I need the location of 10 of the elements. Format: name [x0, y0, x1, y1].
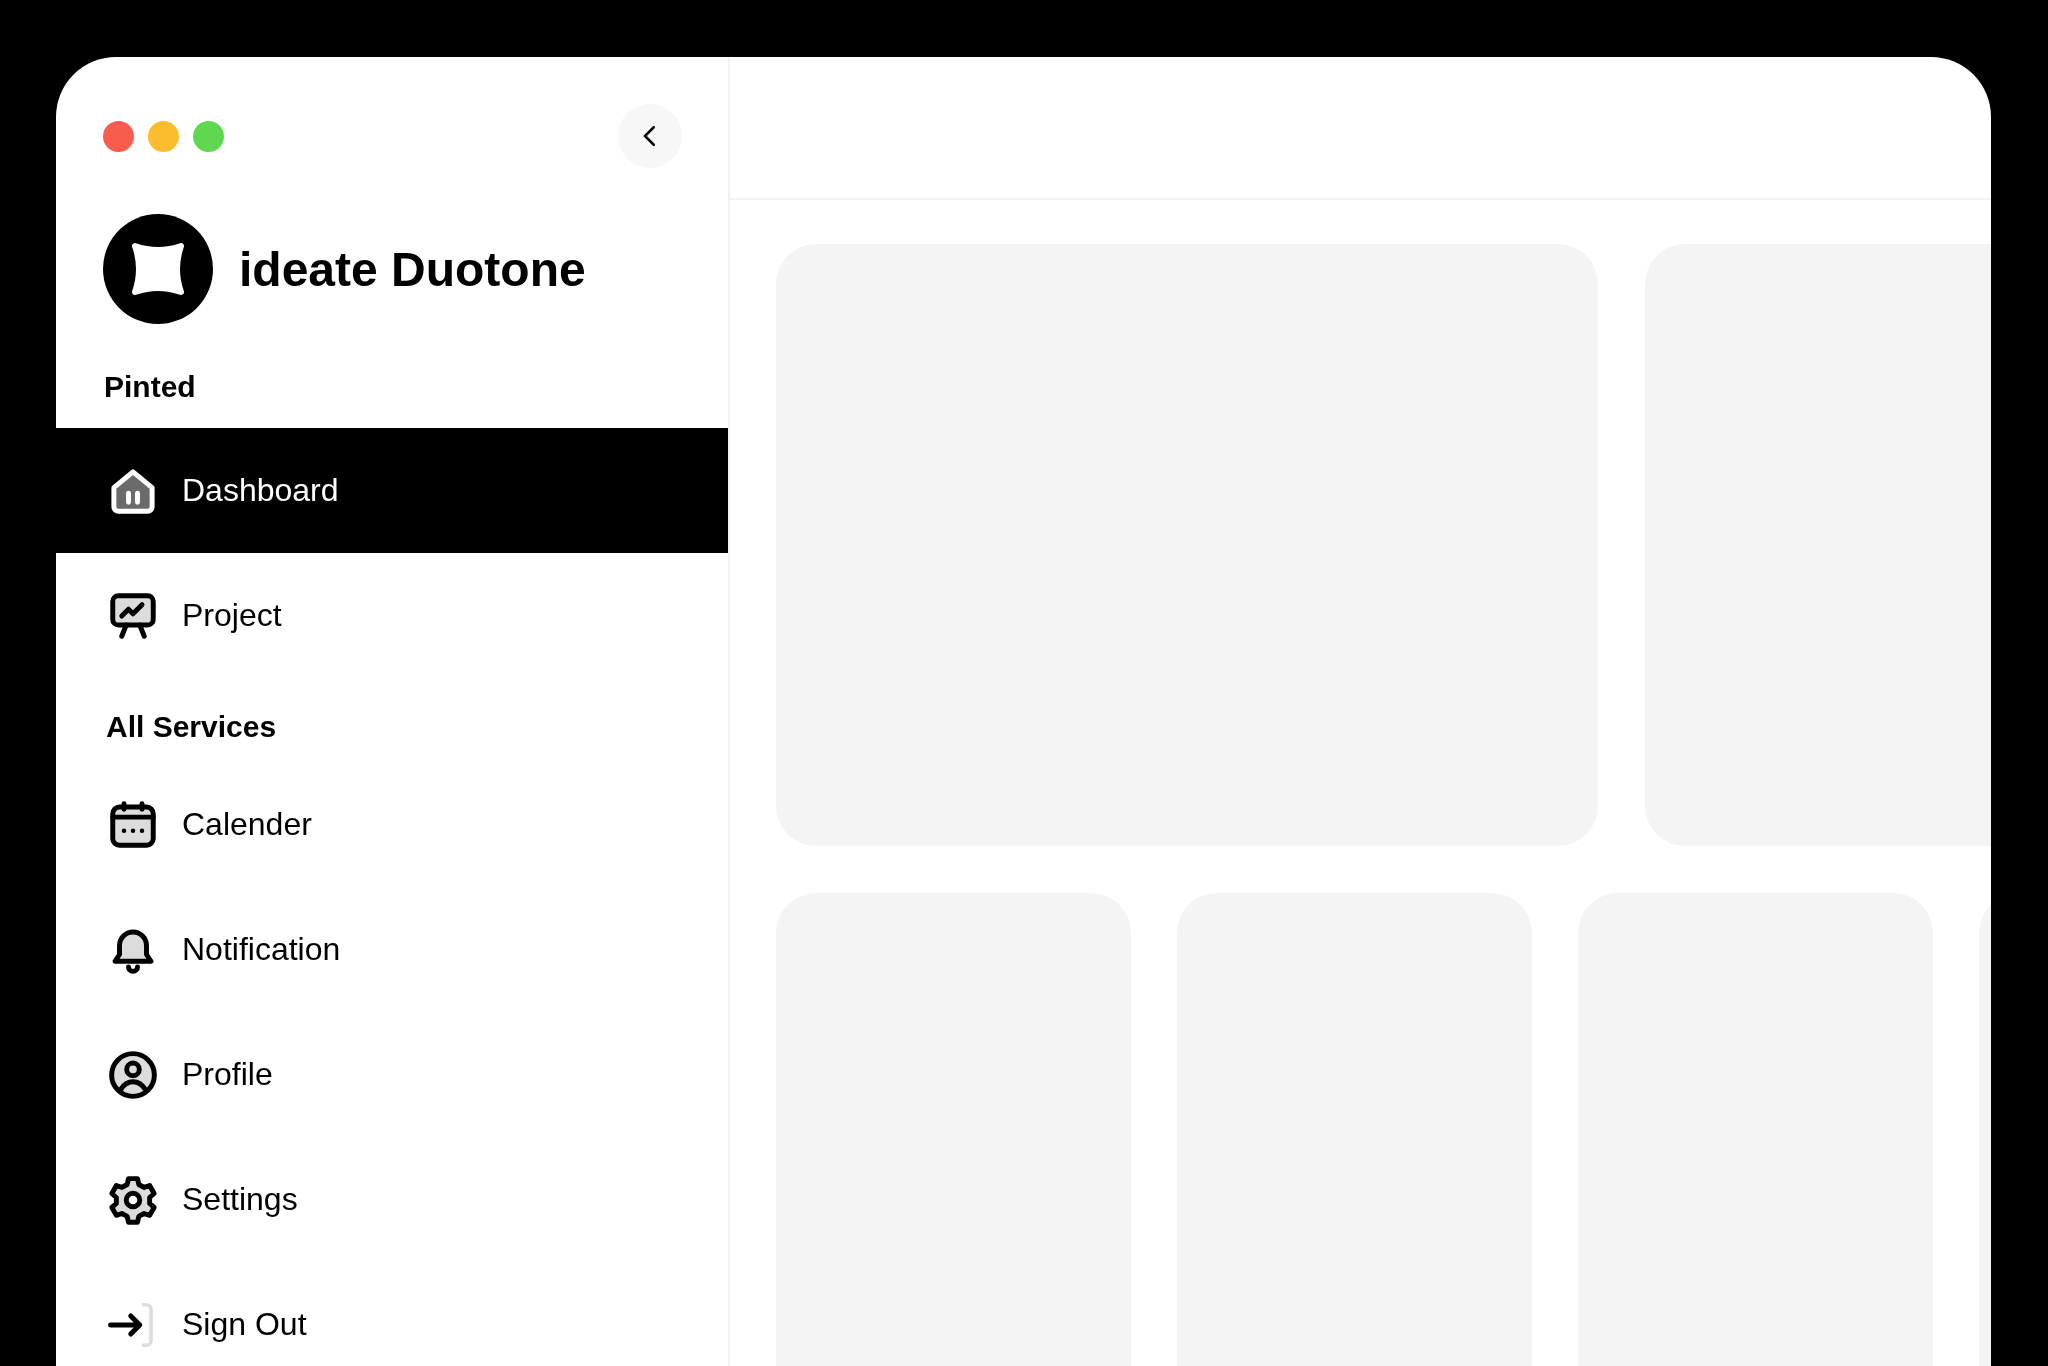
nav-item[interactable]: Notification [56, 887, 728, 1012]
nav-item[interactable]: Sign Out [56, 1262, 728, 1366]
nav-item[interactable]: Settings [56, 1137, 728, 1262]
section-heading: Pinted [103, 369, 197, 405]
nav-item[interactable]: Project [56, 553, 728, 678]
nav-item[interactable]: Calender [56, 762, 728, 887]
section-heading: All Services [105, 709, 278, 745]
app-name: ideate Duotone [239, 241, 586, 297]
nav-item[interactable]: Profile [56, 1012, 728, 1137]
nav-item[interactable]: Dashboard [56, 428, 728, 553]
